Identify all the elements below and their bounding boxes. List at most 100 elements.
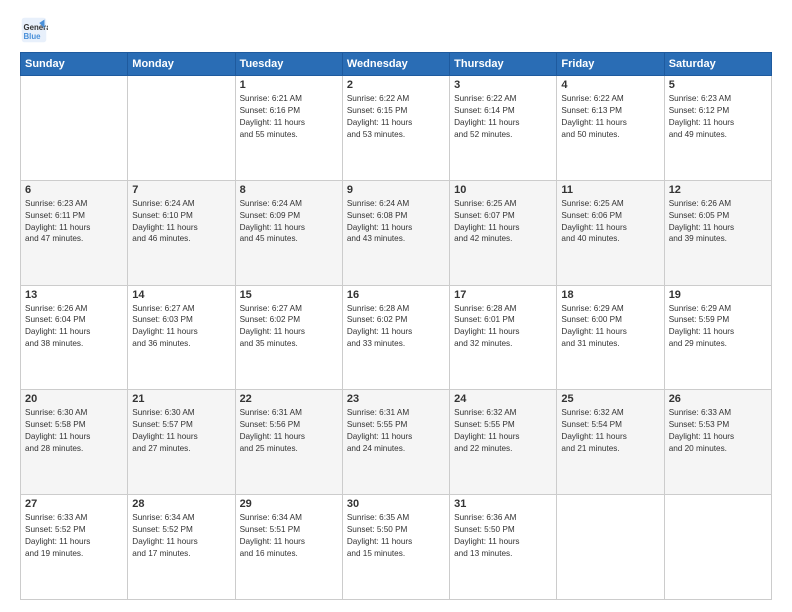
- day-number: 31: [454, 498, 552, 510]
- week-row-1: 1 Sunrise: 6:21 AM Sunset: 6:16 PM Daylig…: [21, 76, 772, 181]
- day-info: Sunrise: 6:34 AM Sunset: 5:52 PM Dayligh…: [132, 512, 230, 560]
- day-number: 21: [132, 393, 230, 405]
- day-number: 12: [669, 184, 767, 196]
- day-number: 24: [454, 393, 552, 405]
- logo-icon: General Blue: [20, 16, 48, 44]
- day-info: Sunrise: 6:26 AM Sunset: 6:05 PM Dayligh…: [669, 198, 767, 246]
- svg-text:Blue: Blue: [24, 32, 42, 41]
- day-info: Sunrise: 6:29 AM Sunset: 6:00 PM Dayligh…: [561, 303, 659, 351]
- calendar-cell: 22 Sunrise: 6:31 AM Sunset: 5:56 PM Dayli…: [235, 390, 342, 495]
- day-info: Sunrise: 6:30 AM Sunset: 5:58 PM Dayligh…: [25, 407, 123, 455]
- page: General Blue SundayMondayTuesdayWednesda…: [0, 0, 792, 612]
- calendar-cell: 7Sunrise: 6:24 AM Sunset: 6:10 PM Daylig…: [128, 180, 235, 285]
- day-info: Sunrise: 6:30 AM Sunset: 5:57 PM Dayligh…: [132, 407, 230, 455]
- day-number: 30: [347, 498, 445, 510]
- day-info: Sunrise: 6:33 AM Sunset: 5:52 PM Dayligh…: [25, 512, 123, 560]
- weekday-header-saturday: Saturday: [664, 53, 771, 76]
- calendar-cell: 25 Sunrise: 6:32 AM Sunset: 5:54 PM Dayli…: [557, 390, 664, 495]
- day-info: Sunrise: 6:24 AM Sunset: 6:10 PM Dayligh…: [132, 198, 230, 246]
- calendar-cell: 31 Sunrise: 6:36 AM Sunset: 5:50 PM Dayli…: [450, 495, 557, 600]
- calendar: SundayMondayTuesdayWednesdayThursdayFrid…: [20, 52, 772, 600]
- weekday-header-tuesday: Tuesday: [235, 53, 342, 76]
- calendar-cell: 26Sunrise: 6:33 AM Sunset: 5:53 PM Dayli…: [664, 390, 771, 495]
- day-info: Sunrise: 6:32 AM Sunset: 5:54 PM Dayligh…: [561, 407, 659, 455]
- calendar-cell: 10 Sunrise: 6:25 AM Sunset: 6:07 PM Dayli…: [450, 180, 557, 285]
- week-row-5: 27 Sunrise: 6:33 AM Sunset: 5:52 PM Dayli…: [21, 495, 772, 600]
- calendar-cell: [664, 495, 771, 600]
- day-number: 25: [561, 393, 659, 405]
- calendar-cell: 24 Sunrise: 6:32 AM Sunset: 5:55 PM Dayli…: [450, 390, 557, 495]
- calendar-cell: 5Sunrise: 6:23 AM Sunset: 6:12 PM Daylig…: [664, 76, 771, 181]
- weekday-header-thursday: Thursday: [450, 53, 557, 76]
- day-number: 26: [669, 393, 767, 405]
- calendar-cell: 28 Sunrise: 6:34 AM Sunset: 5:52 PM Dayli…: [128, 495, 235, 600]
- day-number: 29: [240, 498, 338, 510]
- calendar-cell: 2Sunrise: 6:22 AM Sunset: 6:15 PM Daylig…: [342, 76, 449, 181]
- day-info: Sunrise: 6:21 AM Sunset: 6:16 PM Dayligh…: [240, 93, 338, 141]
- day-info: Sunrise: 6:25 AM Sunset: 6:07 PM Dayligh…: [454, 198, 552, 246]
- day-info: Sunrise: 6:31 AM Sunset: 5:56 PM Dayligh…: [240, 407, 338, 455]
- week-row-4: 20 Sunrise: 6:30 AM Sunset: 5:58 PM Dayli…: [21, 390, 772, 495]
- calendar-cell: 29Sunrise: 6:34 AM Sunset: 5:51 PM Dayli…: [235, 495, 342, 600]
- weekday-header-row: SundayMondayTuesdayWednesdayThursdayFrid…: [21, 53, 772, 76]
- calendar-cell: 3Sunrise: 6:22 AM Sunset: 6:14 PM Daylig…: [450, 76, 557, 181]
- logo: General Blue: [20, 16, 52, 44]
- day-info: Sunrise: 6:31 AM Sunset: 5:55 PM Dayligh…: [347, 407, 445, 455]
- calendar-cell: 19 Sunrise: 6:29 AM Sunset: 5:59 PM Dayli…: [664, 285, 771, 390]
- week-row-3: 13 Sunrise: 6:26 AM Sunset: 6:04 PM Dayli…: [21, 285, 772, 390]
- calendar-cell: [21, 76, 128, 181]
- weekday-header-wednesday: Wednesday: [342, 53, 449, 76]
- calendar-cell: 4 Sunrise: 6:22 AM Sunset: 6:13 PM Daylig…: [557, 76, 664, 181]
- day-info: Sunrise: 6:22 AM Sunset: 6:13 PM Dayligh…: [561, 93, 659, 141]
- calendar-cell: 9 Sunrise: 6:24 AM Sunset: 6:08 PM Daylig…: [342, 180, 449, 285]
- calendar-cell: 20 Sunrise: 6:30 AM Sunset: 5:58 PM Dayli…: [21, 390, 128, 495]
- day-number: 4: [561, 79, 659, 91]
- day-info: Sunrise: 6:27 AM Sunset: 6:03 PM Dayligh…: [132, 303, 230, 351]
- day-number: 20: [25, 393, 123, 405]
- calendar-cell: 23Sunrise: 6:31 AM Sunset: 5:55 PM Dayli…: [342, 390, 449, 495]
- day-number: 13: [25, 289, 123, 301]
- day-info: Sunrise: 6:25 AM Sunset: 6:06 PM Dayligh…: [561, 198, 659, 246]
- calendar-cell: [557, 495, 664, 600]
- day-info: Sunrise: 6:24 AM Sunset: 6:08 PM Dayligh…: [347, 198, 445, 246]
- day-number: 22: [240, 393, 338, 405]
- day-info: Sunrise: 6:32 AM Sunset: 5:55 PM Dayligh…: [454, 407, 552, 455]
- day-number: 19: [669, 289, 767, 301]
- day-info: Sunrise: 6:23 AM Sunset: 6:11 PM Dayligh…: [25, 198, 123, 246]
- day-info: Sunrise: 6:26 AM Sunset: 6:04 PM Dayligh…: [25, 303, 123, 351]
- calendar-cell: 21 Sunrise: 6:30 AM Sunset: 5:57 PM Dayli…: [128, 390, 235, 495]
- day-info: Sunrise: 6:27 AM Sunset: 6:02 PM Dayligh…: [240, 303, 338, 351]
- day-info: Sunrise: 6:29 AM Sunset: 5:59 PM Dayligh…: [669, 303, 767, 351]
- calendar-cell: 15Sunrise: 6:27 AM Sunset: 6:02 PM Dayli…: [235, 285, 342, 390]
- calendar-cell: 13 Sunrise: 6:26 AM Sunset: 6:04 PM Dayli…: [21, 285, 128, 390]
- day-number: 17: [454, 289, 552, 301]
- day-number: 27: [25, 498, 123, 510]
- day-info: Sunrise: 6:28 AM Sunset: 6:01 PM Dayligh…: [454, 303, 552, 351]
- day-number: 3: [454, 79, 552, 91]
- day-number: 16: [347, 289, 445, 301]
- calendar-cell: 1 Sunrise: 6:21 AM Sunset: 6:16 PM Daylig…: [235, 76, 342, 181]
- calendar-cell: 14 Sunrise: 6:27 AM Sunset: 6:03 PM Dayli…: [128, 285, 235, 390]
- week-row-2: 6 Sunrise: 6:23 AM Sunset: 6:11 PM Daylig…: [21, 180, 772, 285]
- weekday-header-friday: Friday: [557, 53, 664, 76]
- day-number: 11: [561, 184, 659, 196]
- day-number: 1: [240, 79, 338, 91]
- calendar-cell: 17 Sunrise: 6:28 AM Sunset: 6:01 PM Dayli…: [450, 285, 557, 390]
- day-number: 9: [347, 184, 445, 196]
- calendar-cell: 11 Sunrise: 6:25 AM Sunset: 6:06 PM Dayli…: [557, 180, 664, 285]
- weekday-header-sunday: Sunday: [21, 53, 128, 76]
- day-info: Sunrise: 6:22 AM Sunset: 6:15 PM Dayligh…: [347, 93, 445, 141]
- weekday-header-monday: Monday: [128, 53, 235, 76]
- day-info: Sunrise: 6:36 AM Sunset: 5:50 PM Dayligh…: [454, 512, 552, 560]
- day-number: 28: [132, 498, 230, 510]
- day-number: 14: [132, 289, 230, 301]
- day-number: 6: [25, 184, 123, 196]
- day-number: 18: [561, 289, 659, 301]
- day-number: 8: [240, 184, 338, 196]
- calendar-cell: 16 Sunrise: 6:28 AM Sunset: 6:02 PM Dayli…: [342, 285, 449, 390]
- calendar-cell: 30Sunrise: 6:35 AM Sunset: 5:50 PM Dayli…: [342, 495, 449, 600]
- calendar-cell: 6 Sunrise: 6:23 AM Sunset: 6:11 PM Daylig…: [21, 180, 128, 285]
- header: General Blue: [20, 16, 772, 44]
- day-info: Sunrise: 6:28 AM Sunset: 6:02 PM Dayligh…: [347, 303, 445, 351]
- day-number: 10: [454, 184, 552, 196]
